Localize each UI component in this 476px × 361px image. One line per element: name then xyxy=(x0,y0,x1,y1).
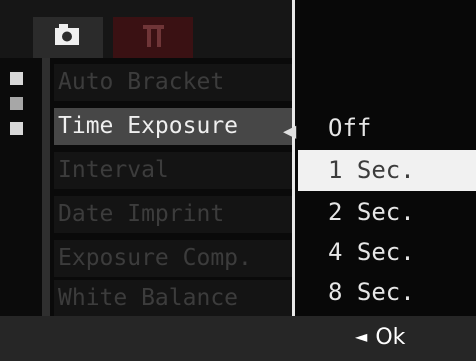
submenu-divider xyxy=(292,0,295,316)
tab-setup[interactable] xyxy=(113,17,193,58)
menu-item-date-imprint[interactable]: Date Imprint xyxy=(54,196,292,233)
option-1-sec[interactable]: 1 Sec. xyxy=(298,150,476,191)
option-label: 2 Sec. xyxy=(328,198,415,226)
setup-icon xyxy=(143,25,164,47)
menu-item-label: White Balance xyxy=(58,285,239,311)
camera-screen: Auto Bracket Time Exposure Interval Date… xyxy=(0,0,476,361)
option-label: 1 Sec. xyxy=(328,156,415,184)
menu-item-exposure-comp[interactable]: Exposure Comp. xyxy=(54,240,292,277)
menu-panel: Auto Bracket Time Exposure Interval Date… xyxy=(42,58,292,317)
page-indicator-dot xyxy=(10,72,23,85)
submenu-caret-icon: ◀ xyxy=(283,119,297,144)
menu-item-label: Exposure Comp. xyxy=(58,245,252,271)
menu-scrollbar[interactable] xyxy=(42,58,50,316)
option-8-sec[interactable]: 8 Sec. xyxy=(298,272,476,313)
option-off[interactable]: Off xyxy=(298,108,476,149)
option-4-sec[interactable]: 4 Sec. xyxy=(298,232,476,273)
page-indicator xyxy=(0,58,42,316)
menu-item-label: Date Imprint xyxy=(58,201,225,227)
ok-label: Ok xyxy=(375,325,406,350)
option-label: Off xyxy=(328,114,372,142)
menu-item-interval[interactable]: Interval xyxy=(54,152,292,189)
menu-item-auto-bracket[interactable]: Auto Bracket xyxy=(54,64,292,101)
menu-item-white-balance[interactable]: White Balance xyxy=(54,280,292,317)
footer-bar: ◄ Ok xyxy=(0,316,476,361)
page-indicator-dot xyxy=(10,122,23,135)
page-indicator-dot-active xyxy=(10,97,23,110)
menu-item-label: Interval xyxy=(58,157,169,183)
menu-item-time-exposure[interactable]: Time Exposure xyxy=(54,108,292,145)
left-arrow-icon: ◄ xyxy=(355,327,368,346)
camera-icon xyxy=(55,24,79,45)
tab-shooting[interactable] xyxy=(33,17,103,58)
option-label: 8 Sec. xyxy=(328,278,415,306)
menu-item-label: Auto Bracket xyxy=(58,69,225,95)
option-2-sec[interactable]: 2 Sec. xyxy=(298,192,476,233)
option-label: 4 Sec. xyxy=(328,238,415,266)
menu-item-label: Time Exposure xyxy=(58,113,239,139)
ok-hint[interactable]: ◄ Ok xyxy=(355,324,405,353)
